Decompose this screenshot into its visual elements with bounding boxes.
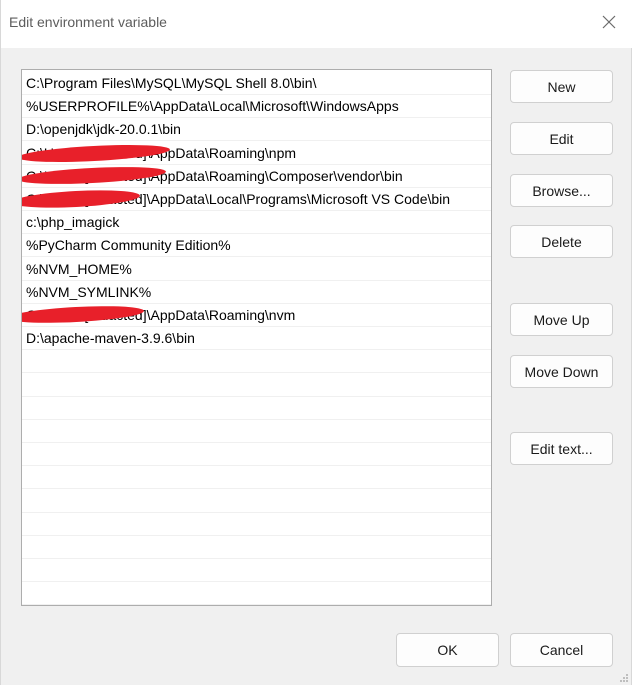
path-list-item[interactable] — [22, 513, 491, 536]
path-list-item-text: %USERPROFILE%\AppData\Local\Microsoft\Wi… — [26, 98, 399, 115]
close-icon — [602, 15, 616, 29]
delete-button[interactable]: Delete — [510, 225, 613, 258]
path-list-item[interactable] — [22, 582, 491, 605]
path-list-item-text: C:\Program Files\MySQL\MySQL Shell 8.0\b… — [26, 75, 317, 91]
path-list-item[interactable] — [22, 443, 491, 467]
path-list-item[interactable]: C:\Users\[redacted]\AppData\Roaming\npm — [22, 141, 491, 165]
path-list-item[interactable]: C:\Users\[redacted]\AppData\Roaming\nvm — [22, 304, 491, 327]
path-list-item[interactable] — [22, 374, 491, 397]
path-list-item[interactable] — [22, 397, 491, 420]
ok-button[interactable]: OK — [396, 633, 499, 667]
title-bar: Edit environment variable — [1, 0, 632, 48]
path-list-item-text: D:\apache-maven-3.9.6\bin — [26, 330, 195, 347]
path-list-item-text: %PyCharm Community Edition% — [26, 237, 231, 254]
new-button[interactable]: New — [510, 70, 613, 103]
path-list-item[interactable]: %PyCharm Community Edition% — [22, 234, 491, 258]
edit-text-button[interactable]: Edit text... — [510, 432, 613, 465]
path-list-item[interactable] — [22, 536, 491, 559]
move-up-button[interactable]: Move Up — [510, 303, 613, 336]
path-list-item[interactable]: c:\php_imagick — [22, 211, 491, 235]
path-list-item[interactable] — [22, 420, 491, 443]
path-list-item-text: %NVM_SYMLINK% — [26, 283, 152, 300]
close-button[interactable] — [595, 8, 623, 36]
cancel-button[interactable]: Cancel — [510, 633, 613, 667]
window-title: Edit environment variable — [9, 14, 167, 30]
path-list-item-text: D:\openjdk\jdk-20.0.1\bin — [26, 121, 181, 138]
path-list-item[interactable]: %NVM_SYMLINK% — [22, 281, 491, 304]
path-list-item[interactable]: %NVM_HOME% — [22, 258, 491, 281]
edit-button[interactable]: Edit — [510, 122, 613, 155]
path-list-item[interactable] — [22, 350, 491, 374]
path-list-item[interactable]: D:\openjdk\jdk-20.0.1\bin — [22, 118, 491, 142]
path-list-item[interactable]: C:\Users\[redacted]\AppData\Local\Progra… — [22, 188, 491, 211]
path-list-item-text: %NVM_HOME% — [26, 260, 132, 277]
path-list-item-text: c:\php_imagick — [26, 214, 120, 231]
path-list-item[interactable]: C:\Users\[redacted]\AppData\Roaming\Comp… — [22, 164, 491, 188]
path-list-item[interactable]: D:\apache-maven-3.9.6\bin — [22, 327, 491, 351]
path-list-item[interactable] — [22, 559, 491, 583]
path-list-item[interactable]: C:\Program Files\MySQL\MySQL Shell 8.0\b… — [22, 72, 491, 95]
path-list-item[interactable]: %USERPROFILE%\AppData\Local\Microsoft\Wi… — [22, 95, 491, 119]
browse-button[interactable]: Browse... — [510, 174, 613, 207]
resize-grip-icon[interactable] — [619, 673, 629, 683]
path-list-item[interactable] — [22, 490, 491, 513]
path-list-item[interactable] — [22, 466, 491, 490]
edit-environment-variable-dialog: Edit environment variable C:\Program Fil… — [0, 0, 632, 685]
path-list[interactable]: C:\Program Files\MySQL\MySQL Shell 8.0\b… — [21, 69, 492, 606]
move-down-button[interactable]: Move Down — [510, 355, 613, 388]
